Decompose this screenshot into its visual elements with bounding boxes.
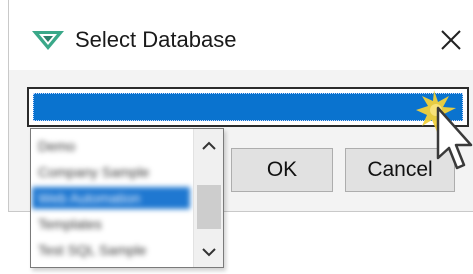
dropdown-list-item[interactable]: Test SQL Sample: [32, 239, 190, 261]
chevron-up-icon[interactable]: [194, 133, 223, 159]
dialog-title: Select Database: [75, 27, 237, 52]
database-combobox[interactable]: [27, 87, 469, 127]
dropdown-list-item[interactable]: Web Automation: [32, 187, 190, 209]
app-logo-icon: [32, 31, 64, 50]
dropdown-scrollbar[interactable]: [193, 129, 223, 267]
title-bar: Select Database: [9, 0, 473, 70]
database-dropdown-list: Demo Company Sample Web Automation Template…: [30, 128, 224, 268]
scrollbar-thumb[interactable]: [197, 185, 221, 229]
dropdown-items: Demo Company Sample Web Automation Template…: [32, 135, 190, 265]
close-icon[interactable]: [433, 22, 469, 58]
ok-button[interactable]: OK: [231, 148, 333, 192]
combobox-selected-value: [33, 93, 463, 121]
mouse-cursor-icon: [416, 90, 473, 170]
dropdown-list-item[interactable]: Company Sample: [32, 161, 190, 183]
dropdown-list-item[interactable]: Demo: [32, 135, 190, 157]
dropdown-list-item[interactable]: Templates: [32, 213, 190, 235]
chevron-down-icon[interactable]: [194, 239, 223, 265]
